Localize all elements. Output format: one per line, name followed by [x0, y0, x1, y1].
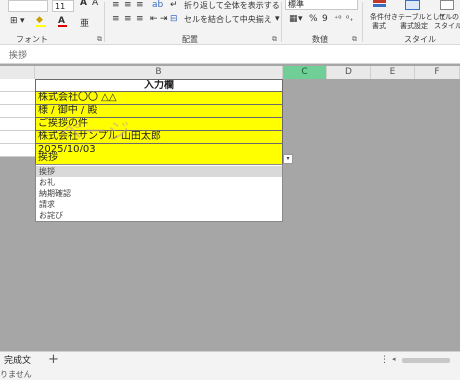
percent-style-button[interactable]: %: [309, 14, 318, 24]
dropdown-option[interactable]: お詫び: [36, 210, 282, 221]
row-stub[interactable]: [0, 144, 35, 157]
number-format-dropdown[interactable]: 標準: [285, 0, 358, 10]
separator: [281, 2, 282, 42]
formula-bar[interactable]: 挨拶: [0, 45, 460, 64]
row-stub[interactable]: [0, 131, 35, 144]
input-header-cell[interactable]: 入力欄: [35, 79, 283, 92]
column-header-e[interactable]: E: [371, 66, 415, 79]
sheet-tab-bar: 完成文 + ⋮ ◂: [0, 351, 460, 370]
align-bottom-icon[interactable]: ≡: [136, 0, 144, 10]
column-header-c[interactable]: C: [283, 66, 327, 79]
more-icon[interactable]: ⋮: [380, 355, 389, 365]
number-group-launcher[interactable]: ⧉: [352, 35, 357, 44]
font-name-dropdown[interactable]: [8, 0, 48, 12]
dropdown-option[interactable]: 請求: [36, 199, 282, 210]
separator: [362, 2, 363, 42]
border-dropdown-icon[interactable]: ▾: [20, 16, 25, 26]
wrap-text-button[interactable]: 折り返して全体を表示する: [184, 0, 280, 11]
horizontal-scrollbar[interactable]: [402, 358, 450, 363]
fill-color-icon[interactable]: ◆: [36, 15, 43, 25]
font-color-swatch: [58, 25, 67, 27]
alignment-group-label: 配置: [182, 35, 198, 44]
dropdown-list[interactable]: 挨拶 お礼 納期確認 請求 お詫び: [35, 164, 283, 222]
dropdown-option[interactable]: 納期確認: [36, 188, 282, 199]
row-stub[interactable]: [0, 105, 35, 118]
merge-icon[interactable]: ⊟: [170, 14, 178, 24]
row-stub[interactable]: [0, 92, 35, 105]
sheet-tab-active[interactable]: 完成文: [0, 354, 35, 368]
format-as-table-icon[interactable]: [405, 0, 420, 10]
styles-group-label: スタイル: [404, 35, 436, 44]
accounting-dropdown-icon[interactable]: ▾: [298, 14, 303, 24]
font-group-label: フォント: [16, 35, 48, 44]
cell-styles-label-2[interactable]: スタイル: [434, 21, 460, 31]
increase-decimal-icon[interactable]: ⁺⁰: [334, 14, 341, 23]
page-watermark: ページ: [60, 120, 132, 145]
row-stub[interactable]: [0, 79, 35, 92]
column-header-row: B C D E F: [0, 66, 460, 80]
increase-font-icon[interactable]: A: [80, 0, 87, 8]
column-header-partial[interactable]: [0, 66, 35, 79]
orientation-icon[interactable]: ab: [152, 0, 163, 10]
scroll-left-icon[interactable]: ◂: [392, 355, 396, 363]
merge-dropdown-icon[interactable]: ▾: [275, 14, 280, 24]
formula-bar-value: 挨拶: [9, 51, 28, 61]
separator: [104, 2, 105, 42]
comma-style-button[interactable]: 9: [322, 14, 328, 24]
row-stub[interactable]: [0, 118, 35, 131]
decrease-decimal-icon[interactable]: ⁰₊: [346, 14, 353, 23]
input-cell-company[interactable]: 株式会社〇〇 △△: [35, 92, 283, 105]
align-left-icon[interactable]: ≡: [112, 14, 120, 24]
align-right-icon[interactable]: ≡: [136, 14, 144, 24]
dropdown-arrow-icon[interactable]: ▾: [283, 154, 293, 164]
dropdown-option[interactable]: お礼: [36, 177, 282, 188]
merge-center-button[interactable]: セルを結合して中央揃え: [184, 14, 272, 25]
align-center-icon[interactable]: ≡: [124, 14, 132, 24]
conditional-format-icon[interactable]: [373, 0, 386, 7]
increase-indent-icon[interactable]: ⇥: [160, 14, 168, 24]
column-header-b[interactable]: B: [35, 66, 283, 79]
add-sheet-button[interactable]: +: [48, 352, 59, 367]
ribbon: 11 A A ⊞ ▾ ◆ A 亜 フォント ⧉ ≡ ≡ ≡ ab ↵ 折り返して…: [0, 0, 460, 45]
decrease-indent-icon[interactable]: ⇤: [150, 14, 158, 24]
cell-styles-icon[interactable]: [440, 0, 454, 10]
number-group-label: 数値: [312, 35, 328, 44]
column-header-f[interactable]: F: [415, 66, 460, 79]
status-text: りません: [0, 370, 32, 379]
fill-color-swatch: [36, 25, 46, 27]
font-group-launcher[interactable]: ⧉: [97, 35, 102, 44]
phonetic-icon[interactable]: 亜: [80, 16, 89, 29]
align-top-icon[interactable]: ≡: [112, 0, 120, 10]
border-icon[interactable]: ⊞: [10, 16, 18, 26]
column-header-d[interactable]: D: [327, 66, 371, 79]
accounting-format-icon[interactable]: ▦: [289, 14, 298, 24]
dropdown-option[interactable]: 挨拶: [36, 166, 282, 177]
status-bar: りません: [0, 369, 460, 380]
conditional-format-label-2[interactable]: 書式: [372, 21, 386, 31]
decrease-font-icon[interactable]: A: [92, 0, 98, 8]
align-middle-icon[interactable]: ≡: [124, 0, 132, 10]
font-size-dropdown[interactable]: 11: [52, 0, 74, 12]
format-as-table-label-2[interactable]: 書式設定: [400, 21, 428, 31]
alignment-group-launcher[interactable]: ⧉: [272, 35, 277, 44]
wrap-text-icon[interactable]: ↵: [170, 0, 178, 10]
